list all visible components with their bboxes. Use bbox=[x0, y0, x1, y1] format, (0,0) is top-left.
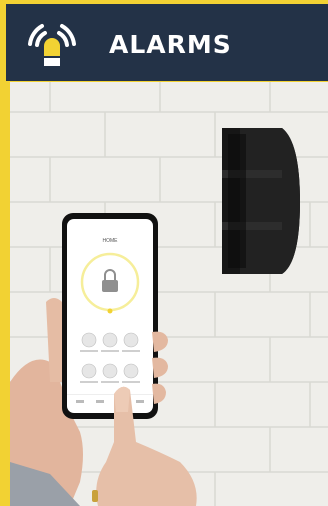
alarms-card[interactable]: ALARMS HOME bbox=[0, 0, 328, 506]
phone-screen-title: HOME bbox=[103, 238, 119, 244]
page-title: ALARMS bbox=[109, 30, 232, 59]
motion-sensor bbox=[222, 128, 300, 274]
hero-photo: HOME bbox=[10, 82, 328, 506]
siren-light-icon bbox=[28, 24, 76, 66]
card-header: ALARMS bbox=[6, 4, 328, 81]
